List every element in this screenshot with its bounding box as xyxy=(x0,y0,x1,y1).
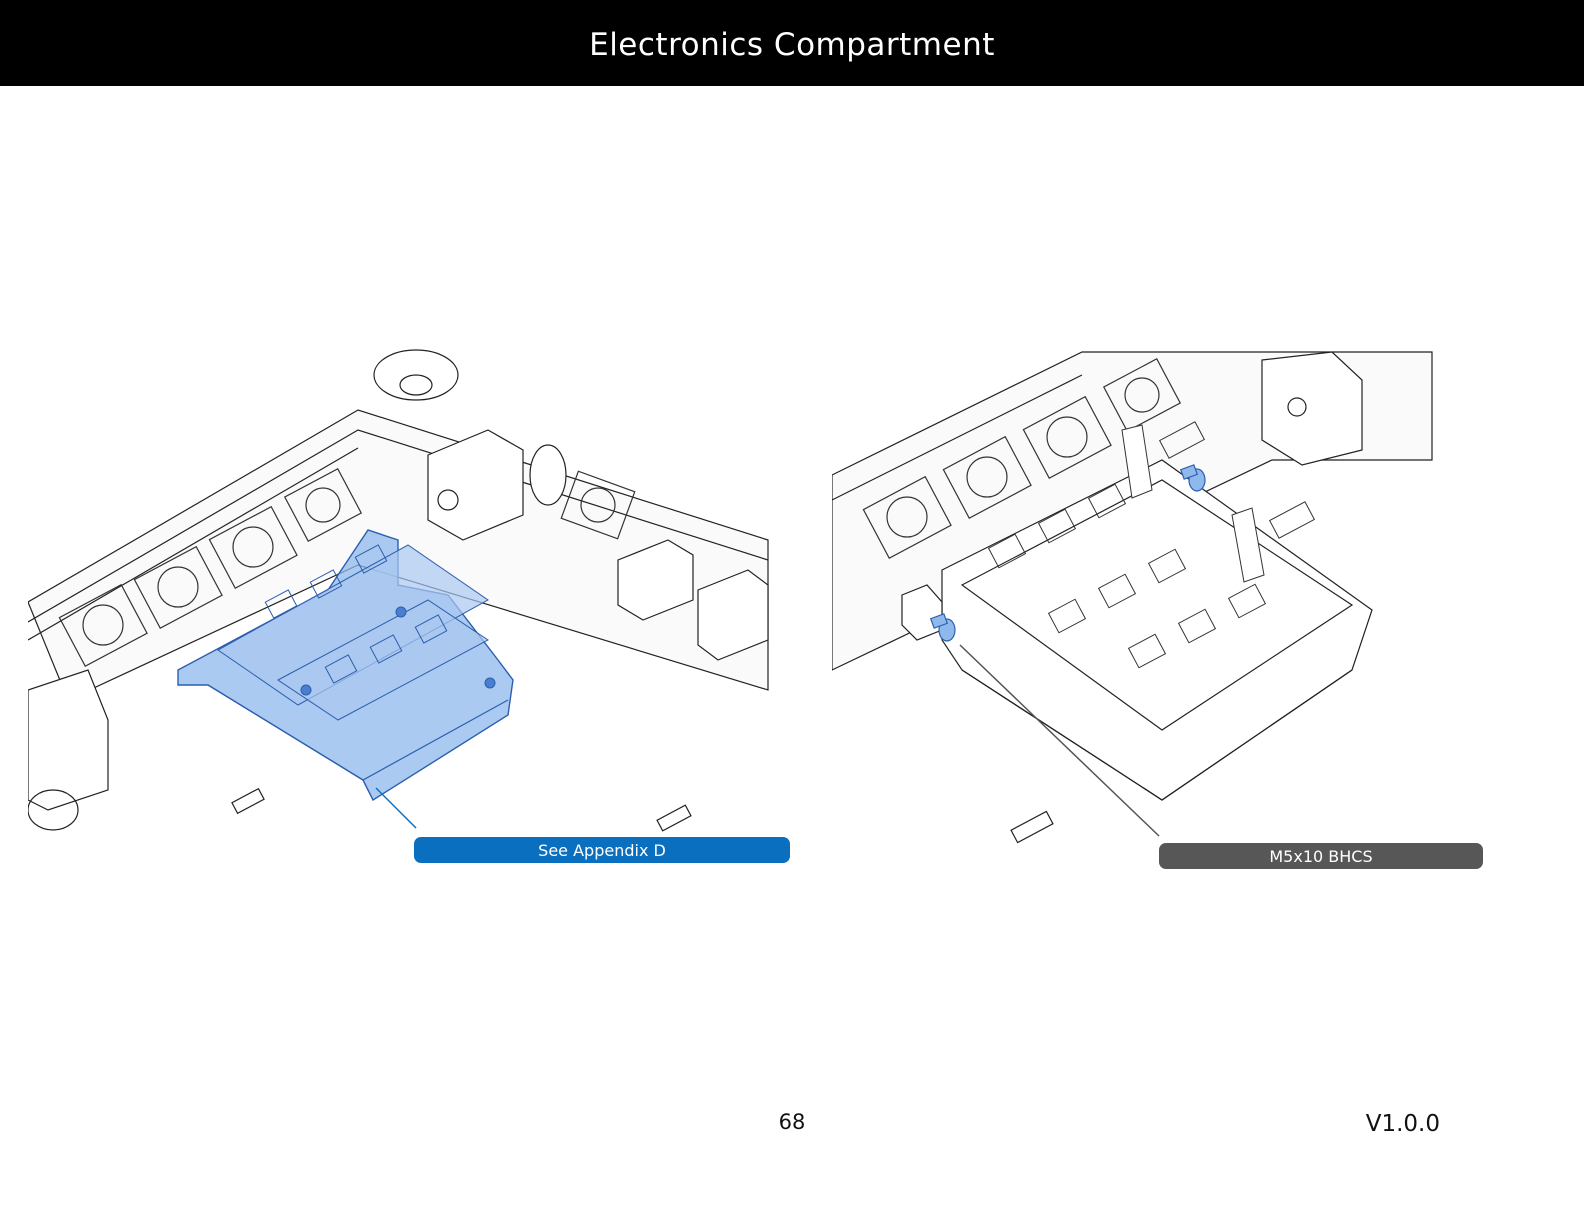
see-appendix-d-callout: See Appendix D xyxy=(414,837,790,863)
page-header: Electronics Compartment xyxy=(0,0,1584,86)
electronics-tray-highlight-drawing xyxy=(28,349,769,832)
version-label: V1.0.0 xyxy=(1365,1111,1440,1137)
callout-label: See Appendix D xyxy=(538,840,666,860)
electronics-board-mounting-drawing xyxy=(832,351,1433,844)
screw-spec-callout: M5x10 BHCS xyxy=(1159,843,1483,869)
page-title: Electronics Compartment xyxy=(589,27,995,63)
left-assembly-illustration xyxy=(28,340,788,870)
manual-page: Electronics Compartment See Appendix D M… xyxy=(0,0,1584,1224)
page-number: 68 xyxy=(778,1110,806,1134)
right-assembly-illustration xyxy=(832,340,1492,870)
callout-label: M5x10 BHCS xyxy=(1269,846,1373,866)
